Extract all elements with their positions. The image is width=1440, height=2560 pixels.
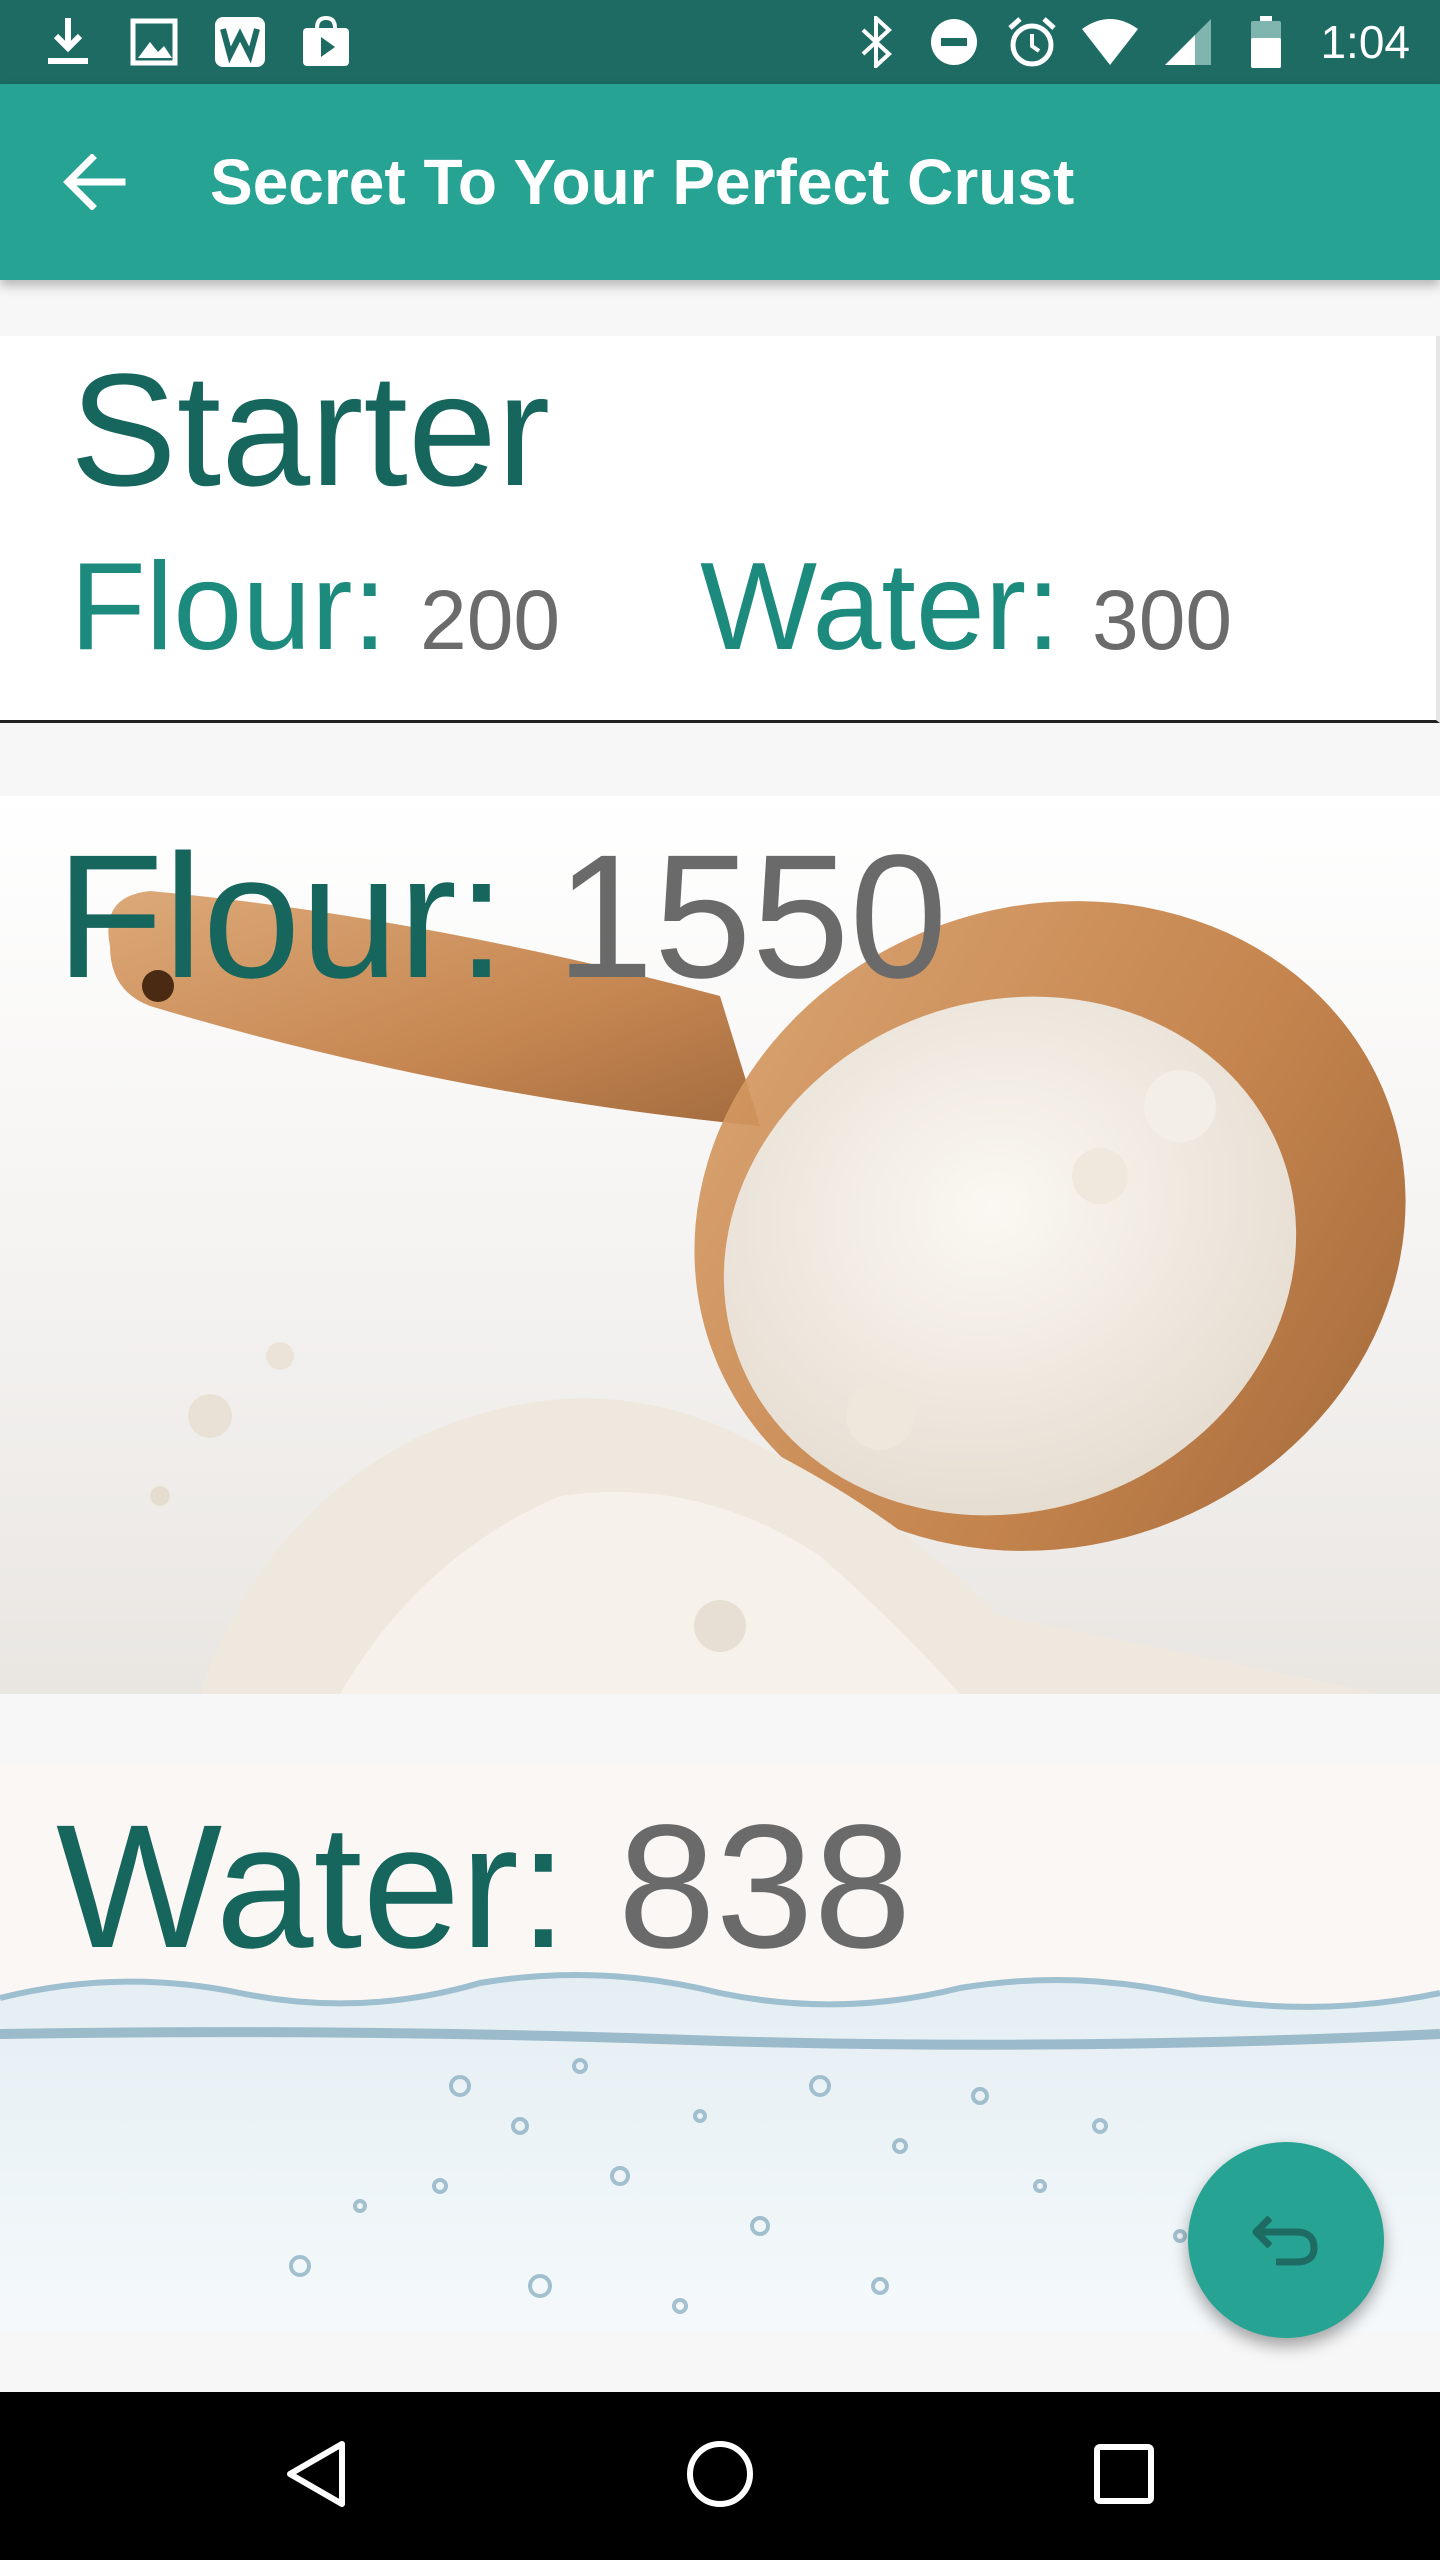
image-icon xyxy=(126,14,182,70)
nav-recents-icon xyxy=(1092,2442,1156,2511)
wifi-icon xyxy=(1082,14,1139,70)
water-value[interactable]: 838 xyxy=(618,1789,912,1985)
do-not-disturb-icon xyxy=(926,14,982,70)
starter-flour-label: Flour: xyxy=(70,538,387,676)
starter-title: Starter xyxy=(70,340,551,519)
clock-time: 1:04 xyxy=(1320,16,1410,68)
arrow-back-icon xyxy=(62,152,126,215)
nav-back-icon xyxy=(284,2438,348,2515)
alarm-icon xyxy=(1004,14,1060,70)
flour-card: Flour: 1550 xyxy=(0,796,1440,1694)
nav-home-icon xyxy=(684,2438,756,2515)
page-title: Secret To Your Perfect Crust xyxy=(210,146,1075,218)
undo-button[interactable] xyxy=(1188,2142,1384,2338)
back-button[interactable] xyxy=(52,142,136,226)
starter-water-value[interactable]: 300 xyxy=(1092,572,1232,669)
water-label: Water: xyxy=(56,1789,568,1985)
starter-amounts: Flour: 200 Water: 300 xyxy=(70,536,1420,686)
bluetooth-icon xyxy=(848,14,904,70)
download-icon xyxy=(40,14,96,70)
signal-icon xyxy=(1160,14,1216,70)
starter-flour-value[interactable]: 200 xyxy=(420,572,560,669)
app-bar: Secret To Your Perfect Crust xyxy=(0,84,1440,280)
flour-row: Flour: 1550 xyxy=(56,816,947,1018)
navigation-bar xyxy=(0,2392,1440,2560)
starter-card: Starter Flour: 200 Water: 300 xyxy=(0,336,1440,723)
word-app-icon xyxy=(212,14,268,70)
play-store-icon xyxy=(298,14,354,70)
nav-back-button[interactable] xyxy=(266,2426,366,2526)
nav-home-button[interactable] xyxy=(670,2426,770,2526)
flour-value[interactable]: 1550 xyxy=(556,819,948,1015)
starter-water-label: Water: xyxy=(700,538,1061,676)
battery-icon xyxy=(1238,14,1294,70)
status-bar: 1:04 xyxy=(0,0,1440,84)
flour-label: Flour: xyxy=(56,819,506,1015)
water-row: Water: 838 xyxy=(56,1786,911,1988)
undo-icon xyxy=(1250,2208,1322,2273)
nav-recents-button[interactable] xyxy=(1074,2426,1174,2526)
